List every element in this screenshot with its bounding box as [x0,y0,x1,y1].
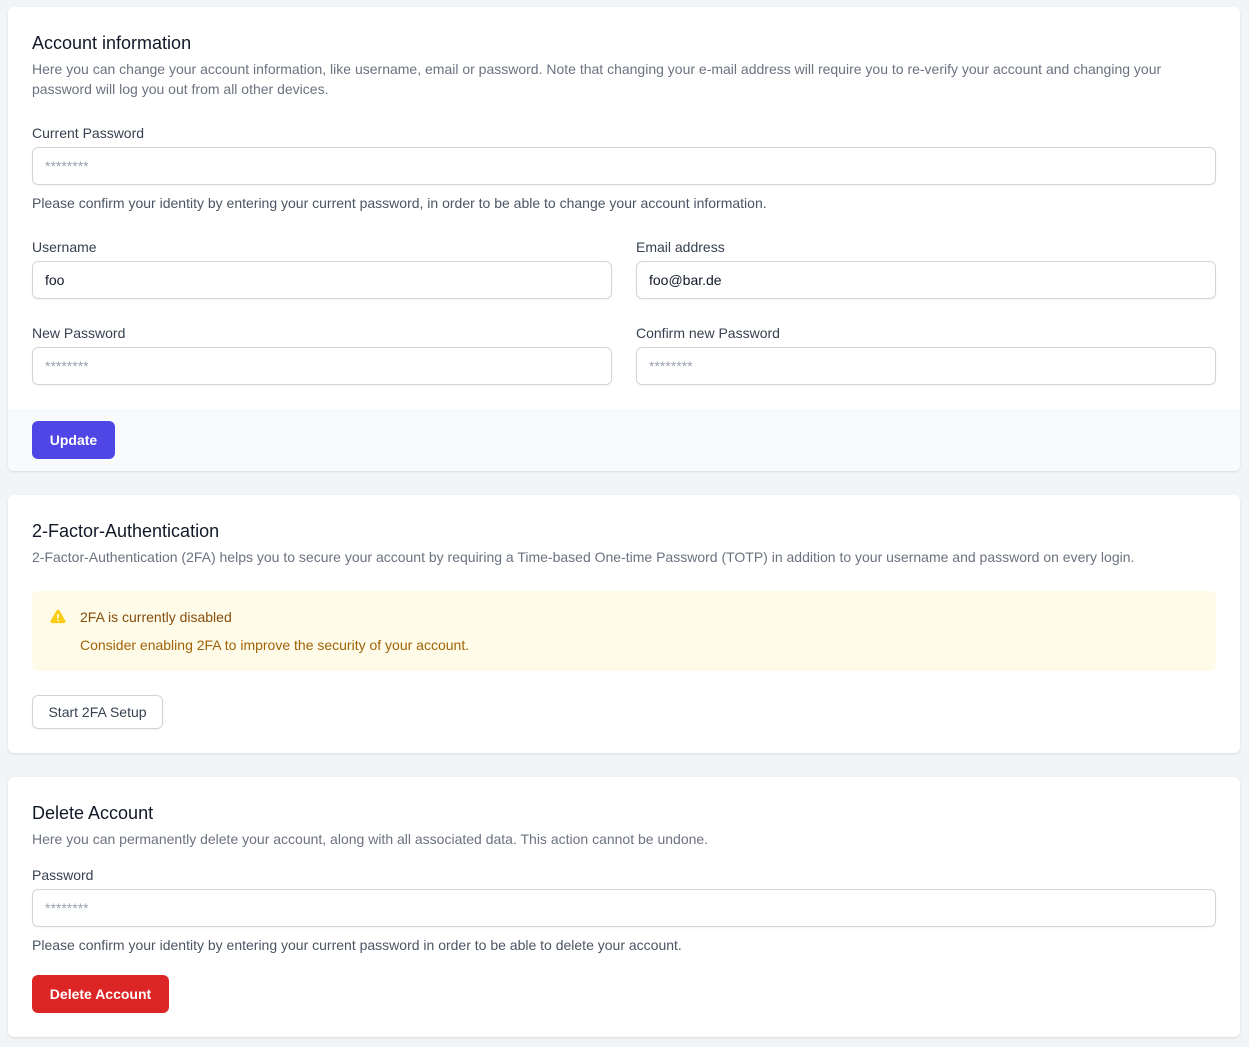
update-button[interactable]: Update [32,421,115,459]
new-password-label: New Password [32,325,126,341]
settings-page: Account information Here you can change … [0,0,1249,1047]
delete-password-help: Please confirm your identity by entering… [32,937,682,953]
delete-account-button[interactable]: Delete Account [32,975,169,1013]
delete-password-input[interactable] [32,889,1216,927]
confirm-password-label: Confirm new Password [636,325,780,341]
warning-icon [50,609,66,624]
two-factor-title: 2-Factor-Authentication [32,521,220,541]
alert-title: 2FA is currently disabled [80,609,232,625]
delete-account-description: Here you can permanently delete your acc… [32,831,709,847]
delete-password-label: Password [32,867,94,883]
username-label: Username [32,239,97,255]
start-2fa-setup-button[interactable]: Start 2FA Setup [32,695,163,729]
current-password-help: Please confirm your identity by entering… [32,195,767,211]
current-password-label: Current Password [32,125,145,141]
new-password-input[interactable] [32,347,612,385]
alert-text: Consider enabling 2FA to improve the sec… [80,637,470,653]
email-label: Email address [636,239,725,255]
delete-account-card: Delete Account Here you can permanently … [8,777,1240,1037]
two-factor-disabled-alert: 2FA is currently disabled Consider enabl… [32,591,1216,671]
account-information-description: Here you can change your account informa… [32,61,1162,97]
email-input[interactable] [636,261,1216,299]
username-input[interactable] [32,261,612,299]
confirm-password-input[interactable] [636,347,1216,385]
two-factor-description: 2-Factor-Authentication (2FA) helps you … [32,549,1135,565]
current-password-input[interactable] [32,147,1216,185]
account-information-card: Account information Here you can change … [8,7,1240,471]
account-form-footer: Update [8,409,1240,471]
two-factor-card: 2-Factor-Authentication 2-Factor-Authent… [8,495,1240,753]
account-information-title: Account information [32,33,192,53]
delete-account-title: Delete Account [32,803,154,823]
